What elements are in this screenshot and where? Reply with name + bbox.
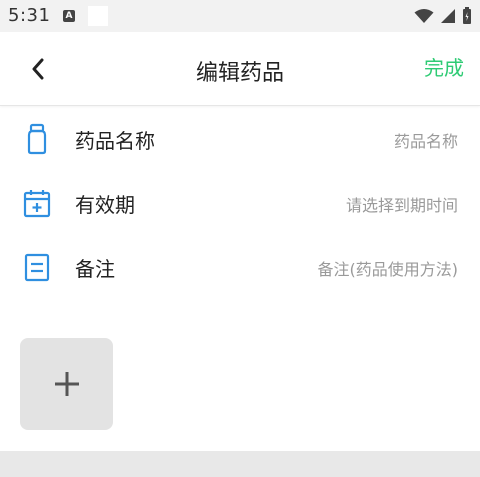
medicine-name-row[interactable]: 药品名称 药品名称	[0, 111, 480, 167]
status-bar: 5:31 A	[0, 0, 480, 32]
medicine-name-input[interactable]: 药品名称	[394, 128, 458, 152]
expiry-date-picker[interactable]: 请选择到期时间	[346, 192, 458, 216]
wifi-icon	[414, 9, 434, 23]
medicine-bottle-icon	[27, 123, 47, 155]
note-row[interactable]: 备注 备注(药品使用方法)	[0, 239, 480, 295]
notification-a-icon: A	[63, 10, 75, 22]
expiry-date-row[interactable]: 有效期 请选择到期时间	[0, 175, 480, 231]
done-button[interactable]: 完成	[424, 52, 464, 81]
page-title: 编辑药品	[195, 61, 284, 86]
note-label: 备注	[75, 257, 115, 281]
app-bar: 编辑药品 完成	[0, 32, 480, 106]
calendar-add-icon	[23, 190, 51, 218]
expiry-date-label: 有效期	[75, 193, 135, 217]
note-icon	[24, 253, 50, 282]
status-right-icons	[414, 7, 472, 25]
bottom-strip	[0, 451, 480, 477]
plus-icon	[54, 372, 79, 396]
note-input[interactable]: 备注(药品使用方法)	[318, 256, 459, 280]
notification-blank-icon	[88, 6, 108, 26]
add-photo-button[interactable]	[20, 338, 113, 430]
medicine-name-label: 药品名称	[75, 129, 155, 153]
back-arrow-icon	[32, 58, 44, 80]
status-time: 5:31	[8, 5, 51, 26]
signal-icon	[441, 9, 455, 23]
back-button[interactable]	[24, 54, 52, 84]
battery-icon	[463, 7, 471, 24]
